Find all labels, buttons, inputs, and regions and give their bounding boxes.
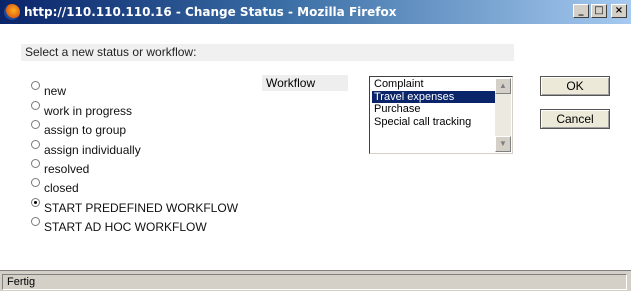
status-option[interactable]: START AD HOC WORKFLOW [31,215,238,234]
status-label[interactable]: resolved [44,162,89,176]
maximize-button[interactable]: □ [591,4,607,18]
status-label[interactable]: work in progress [44,104,132,118]
radio-button[interactable] [31,158,40,168]
workflow-listbox[interactable]: Complaint Travel expenses Purchase Speci… [369,76,513,154]
cancel-button[interactable]: Cancel [540,109,610,129]
status-option[interactable]: new [31,79,238,98]
radio-button[interactable] [31,120,40,130]
status-bar: Fertig [0,270,631,291]
radio-button[interactable] [31,197,40,207]
status-option[interactable]: work in progress [31,98,238,118]
dialog-content: Select a new status or workflow: new wor… [0,24,631,270]
status-label[interactable]: START AD HOC WORKFLOW [44,220,207,234]
workflow-label: Workflow [262,75,348,91]
radio-button[interactable] [31,81,40,91]
workflow-option[interactable]: Complaint [372,78,495,91]
radio-button[interactable] [31,139,40,149]
status-option[interactable]: assign to group [31,118,238,137]
status-label[interactable]: closed [44,181,79,195]
workflow-options: Complaint Travel expenses Purchase Speci… [372,78,495,128]
workflow-option-selected[interactable]: Travel expenses [372,90,495,103]
status-text: Fertig [2,274,627,290]
radio-button[interactable] [31,217,40,227]
ok-button[interactable]: OK [540,76,610,96]
radio-button[interactable] [31,100,40,110]
window-title: http://110.110.110.16 - Change Status - … [24,5,397,19]
scroll-up-icon[interactable]: ▲ [495,78,511,94]
listbox-scrollbar[interactable]: ▲ ▼ [495,78,511,152]
status-option[interactable]: assign individually [31,137,238,157]
window-titlebar[interactable]: http://110.110.110.16 - Change Status - … [0,0,631,24]
status-radio-group: new work in progress assign to group ass… [31,79,238,234]
scroll-down-icon[interactable]: ▼ [495,136,511,152]
radio-button[interactable] [31,178,40,188]
prompt-text: Select a new status or workflow: [21,44,514,61]
workflow-option[interactable]: Purchase [372,103,495,116]
workflow-option[interactable]: Special call tracking [372,116,495,129]
status-option[interactable]: START PREDEFINED WORKFLOW [31,195,238,215]
status-label[interactable]: START PREDEFINED WORKFLOW [44,201,238,215]
status-label[interactable]: assign individually [44,143,141,157]
status-option[interactable]: closed [31,176,238,195]
status-option[interactable]: resolved [31,157,238,176]
close-button[interactable]: × [611,4,627,18]
status-label[interactable]: assign to group [44,123,126,137]
status-label[interactable]: new [44,84,66,98]
minimize-button[interactable]: _ [573,4,589,18]
window-controls: _ □ × [573,4,627,18]
firefox-icon [4,4,20,20]
